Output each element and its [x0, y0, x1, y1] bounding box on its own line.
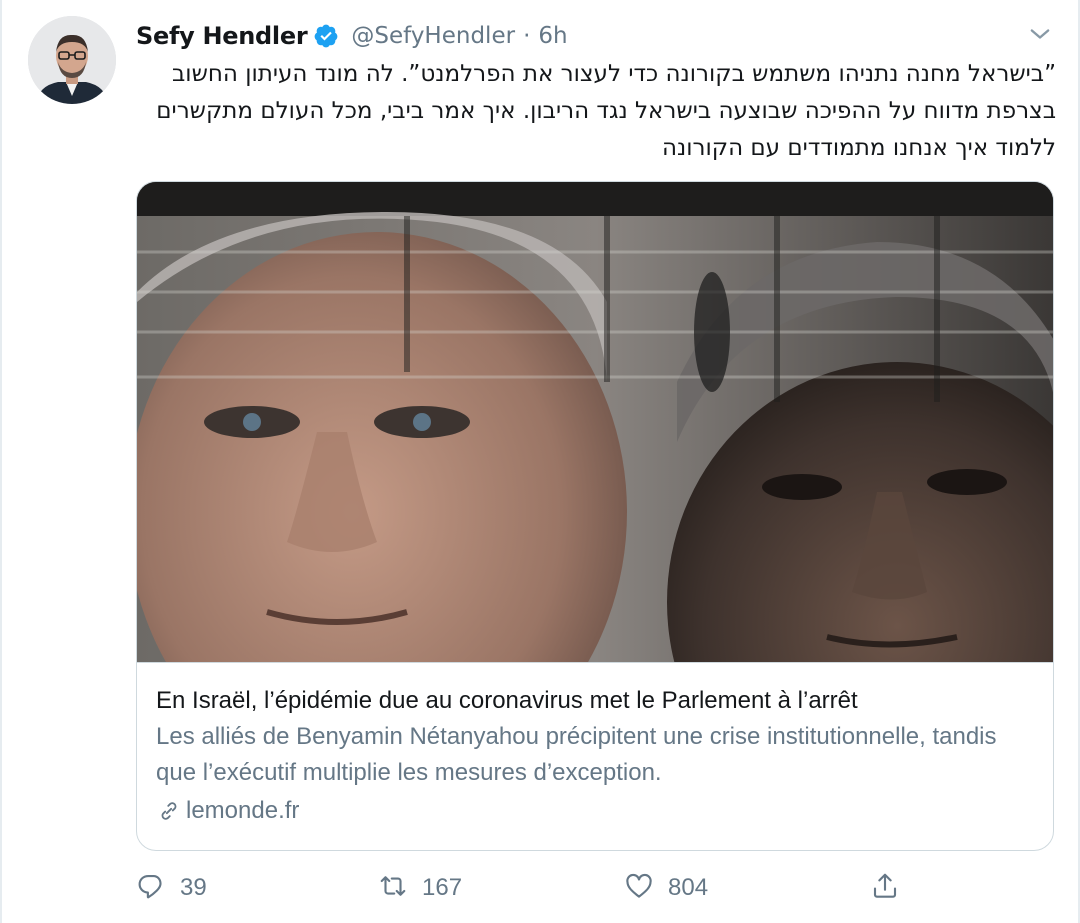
share-icon: [870, 871, 900, 905]
card-body[interactable]: En Israël, l’épidémie due au coronavirus…: [137, 662, 1053, 850]
retweet-icon: [378, 871, 408, 905]
tweet-container: Sefy Hendler @SefyHendler · 6h ”בישראל מ…: [0, 0, 1080, 923]
reply-icon: [136, 871, 166, 905]
retweet-count: 167: [422, 874, 463, 901]
card-domain: lemonde.fr: [156, 797, 1035, 825]
card-title: En Israël, l’épidémie due au coronavirus…: [156, 687, 858, 714]
chevron-down-icon[interactable]: [1026, 20, 1054, 48]
card-description: Les alliés de Benyamin Nétanyahou précip…: [156, 723, 997, 786]
reply-button[interactable]: 39: [136, 866, 207, 910]
separator-dot: ·: [523, 23, 531, 49]
timestamp[interactable]: 6h: [538, 23, 567, 49]
tweet-header: Sefy Hendler @SefyHendler · 6h: [136, 18, 568, 54]
card-image[interactable]: [137, 182, 1053, 662]
avatar[interactable]: [28, 16, 116, 104]
retweet-button[interactable]: 167: [378, 866, 462, 910]
link-preview-card[interactable]: En Israël, l’épidémie due au coronavirus…: [136, 181, 1054, 851]
card-domain-text: lemonde.fr: [186, 797, 300, 824]
like-button[interactable]: 804: [624, 866, 708, 910]
link-icon: [156, 798, 182, 824]
heart-icon: [624, 871, 654, 905]
verified-badge-icon: [313, 23, 339, 49]
reply-count: 39: [180, 874, 207, 901]
share-button[interactable]: [870, 866, 900, 910]
author-handle[interactable]: @SefyHendler: [351, 23, 515, 49]
avatar-photo: [28, 16, 116, 104]
tweet-text: ”בישראל מחנה נתניהו משתמש בקורונה כדי לע…: [156, 61, 1056, 161]
tweet-actions: 39 167 804: [136, 866, 1054, 910]
author-name[interactable]: Sefy Hendler: [136, 22, 308, 50]
like-count: 804: [668, 874, 709, 901]
article-photo: [137, 182, 1053, 662]
